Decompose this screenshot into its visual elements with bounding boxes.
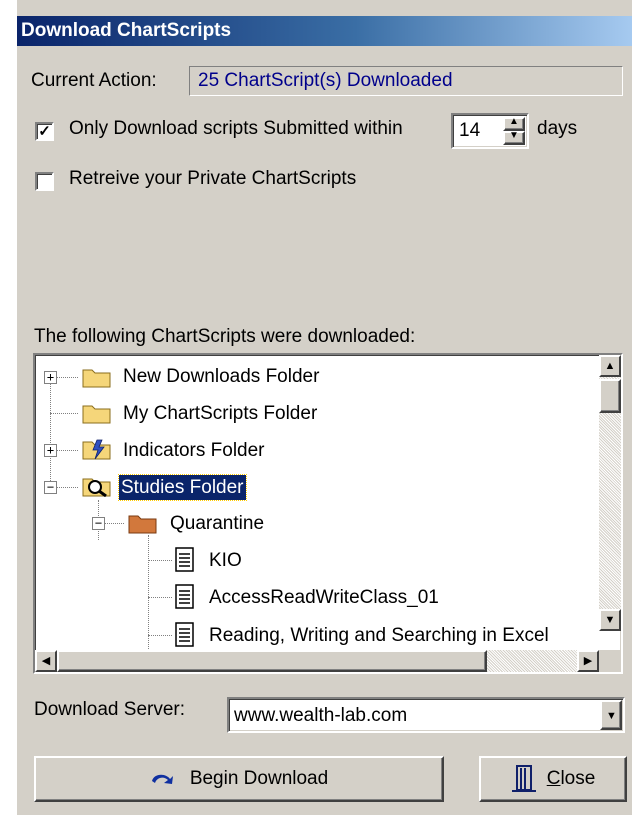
private-scripts-checkbox[interactable] [35, 172, 54, 191]
private-scripts-label: Retreive your Private ChartScripts [69, 168, 357, 189]
download-arrow-icon [151, 774, 173, 784]
download-chartscripts-dialog: Download ChartScripts Current Action: 25… [17, 0, 632, 815]
chevron-down-icon: ▼ [606, 710, 617, 722]
tree-connector [148, 535, 149, 655]
tree-connector [50, 413, 78, 414]
scroll-left-button[interactable]: ◀ [35, 650, 57, 672]
window-title: Download ChartScripts [17, 16, 632, 46]
studies-folder-icon [82, 478, 111, 497]
door-close-icon [511, 765, 536, 792]
spin-up-arrow-icon: ▲ [509, 116, 519, 127]
folder-icon [82, 405, 111, 424]
quarantine-folder-icon [128, 515, 157, 534]
close-label-mnemonic: C [546, 768, 561, 789]
close-label: Close [547, 768, 596, 790]
begin-download-button[interactable]: Begin Download [34, 756, 444, 802]
only-download-checkbox[interactable]: ✓ [35, 122, 54, 141]
dropdown-button[interactable]: ▼ [600, 700, 622, 730]
tree-item-kio[interactable]: KIO [207, 548, 244, 573]
scroll-down-arrow-icon: ▼ [604, 613, 616, 626]
expand-icon[interactable]: + [44, 371, 57, 384]
current-action-field: 25 ChartScript(s) Downloaded [189, 66, 623, 96]
tree-connector [148, 597, 172, 598]
scroll-down-button[interactable]: ▼ [599, 609, 621, 631]
indicator-folder-icon [82, 439, 111, 460]
tree-connector [50, 377, 51, 487]
script-file-icon [175, 584, 194, 609]
scroll-right-arrow-icon: ▶ [583, 654, 593, 667]
scroll-right-button[interactable]: ▶ [577, 650, 599, 672]
tree-item-my-chartscripts[interactable]: My ChartScripts Folder [121, 401, 319, 426]
folder-icon [82, 369, 111, 388]
tree-item-quarantine[interactable]: Quarantine [168, 511, 266, 536]
tree-item-accessreadwriteclass[interactable]: AccessReadWriteClass_01 [207, 585, 441, 610]
scroll-up-arrow-icon: ▲ [604, 359, 616, 372]
begin-download-label: Begin Download [189, 768, 329, 789]
close-label-rest: lose [560, 768, 596, 789]
tree-heading: The following ChartScripts were download… [34, 326, 416, 347]
current-action-value: 25 ChartScript(s) Downloaded [198, 70, 453, 91]
collapse-icon[interactable]: − [92, 517, 105, 530]
vertical-scrollbar[interactable]: ▲ ▼ [599, 355, 621, 631]
scrollbar-corner [599, 650, 621, 672]
downloaded-scripts-tree[interactable]: + New Downloads Folder My ChartScripts F… [33, 353, 623, 674]
expand-icon[interactable]: + [44, 444, 57, 457]
vertical-scroll-thumb[interactable] [599, 379, 621, 413]
tree-connector [148, 560, 172, 561]
collapse-icon[interactable]: − [44, 481, 57, 494]
download-server-label: Download Server: [34, 699, 186, 720]
days-label: days [537, 118, 578, 139]
tree-item-new-downloads[interactable]: New Downloads Folder [121, 364, 321, 389]
days-spinner[interactable]: 14 ▲ ▼ [451, 113, 529, 149]
close-button[interactable]: Close [479, 756, 627, 802]
scroll-up-button[interactable]: ▲ [599, 355, 621, 377]
horizontal-scrollbar[interactable]: ◀ ▶ [35, 650, 599, 672]
tree-item-studies[interactable]: Studies Folder [118, 474, 247, 501]
download-server-value: www.wealth-lab.com [234, 705, 408, 726]
days-value[interactable]: 14 [459, 120, 480, 142]
scroll-left-arrow-icon: ◀ [41, 654, 51, 667]
script-file-icon [175, 547, 194, 572]
script-file-icon [175, 622, 194, 647]
tree-connector [148, 635, 172, 636]
only-download-label: Only Download scripts Submitted within [69, 118, 403, 139]
spin-down-button[interactable]: ▼ [503, 130, 525, 145]
tree-item-reading-writing-excel[interactable]: Reading, Writing and Searching in Excel [207, 623, 551, 648]
horizontal-scroll-thumb[interactable] [57, 650, 487, 672]
download-server-select[interactable]: www.wealth-lab.com ▼ [227, 697, 625, 733]
tree-item-indicators[interactable]: Indicators Folder [121, 438, 267, 463]
spin-down-arrow-icon: ▼ [509, 130, 519, 141]
spin-up-button[interactable]: ▲ [503, 116, 525, 131]
current-action-label: Current Action: [31, 70, 157, 91]
